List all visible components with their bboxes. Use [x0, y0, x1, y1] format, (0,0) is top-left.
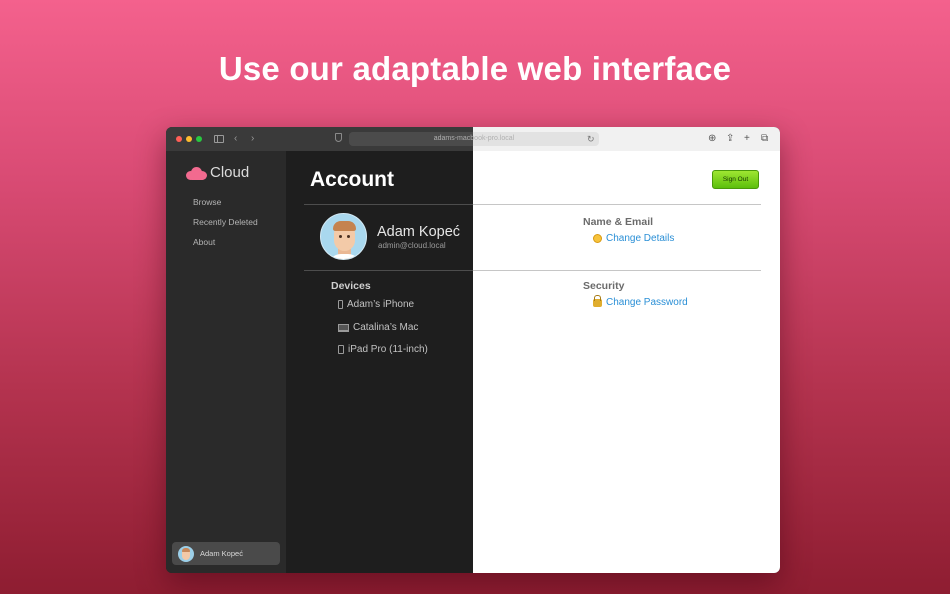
device-item[interactable]: Adam’s iPhone	[338, 299, 414, 310]
security-heading: Security	[583, 280, 625, 292]
change-details-link[interactable]: Change Details	[593, 233, 674, 244]
ipad-icon	[338, 345, 344, 354]
sidebar-nav: Browse Recently Deleted About	[193, 197, 258, 257]
sidebar-toggle-icon[interactable]	[214, 135, 224, 143]
sidebar: Cloud Browse Recently Deleted About Adam…	[166, 151, 286, 573]
user-account-chip[interactable]: Adam Kopeć	[172, 542, 280, 565]
minimize-window-button[interactable]	[186, 136, 192, 142]
address-bar[interactable]: adams-macbook-pro.local	[349, 132, 599, 146]
user-chip-name: Adam Kopeć	[200, 549, 243, 558]
back-icon[interactable]: ‹	[234, 132, 237, 146]
sidebar-item-recently-deleted[interactable]: Recently Deleted	[193, 217, 258, 237]
zoom-window-button[interactable]	[196, 136, 202, 142]
headline: Use our adaptable web interface	[218, 50, 732, 87]
browser-toolbar: ‹ › adams-macbook-pro.local ↻ ⊕ ⇪ + ⧉	[166, 127, 780, 151]
device-item[interactable]: iPad Pro (11-inch)	[338, 344, 428, 355]
cloud-logo-icon	[186, 166, 208, 180]
sign-out-button[interactable]: Sign Out	[712, 170, 759, 189]
app-logo-text: Cloud	[210, 164, 250, 181]
device-label: Adam’s iPhone	[347, 299, 415, 310]
device-label: iPad Pro (11-inch)	[348, 344, 428, 355]
avatar	[178, 545, 194, 562]
page-title: Account	[310, 168, 394, 191]
new-tab-icon[interactable]: +	[744, 132, 750, 146]
app-logo[interactable]: Cloud	[186, 164, 249, 181]
address-bar-url: adams-macbook-pro.local	[433, 135, 515, 142]
profile-name: Adam Kopeć	[377, 224, 461, 240]
change-details-label: Change Details	[606, 233, 675, 244]
privacy-shield-icon[interactable]	[335, 133, 342, 142]
profile-avatar	[320, 213, 367, 260]
tab-overview-icon[interactable]: ⧉	[761, 132, 768, 146]
main-panel-light-half	[473, 151, 780, 573]
change-password-link[interactable]: Change Password	[593, 294, 688, 308]
downloads-icon[interactable]: ⊕	[708, 132, 716, 146]
close-window-button[interactable]	[176, 136, 182, 142]
device-label: Catalina’s Mac	[353, 322, 419, 333]
main-panel-dark-half	[286, 151, 473, 573]
devices-heading: Devices	[331, 280, 371, 292]
smiley-icon	[593, 234, 602, 243]
browser-window: ‹ › adams-macbook-pro.local ↻ ⊕ ⇪ + ⧉ Cl…	[166, 127, 780, 573]
divider	[304, 204, 473, 205]
lock-icon	[593, 294, 602, 307]
sidebar-item-about[interactable]: About	[193, 237, 258, 257]
forward-icon[interactable]: ›	[251, 132, 254, 146]
share-icon[interactable]: ⇪	[726, 132, 734, 146]
phone-icon	[338, 300, 343, 309]
name-email-heading: Name & Email	[583, 216, 654, 228]
reload-icon[interactable]: ↻	[587, 132, 595, 146]
sidebar-item-browse[interactable]: Browse	[193, 197, 258, 217]
divider	[304, 270, 473, 271]
profile-email: admin@cloud.local	[378, 241, 446, 250]
divider	[473, 270, 761, 271]
divider	[473, 204, 761, 205]
change-password-label: Change Password	[606, 297, 688, 308]
device-item[interactable]: Catalina’s Mac	[338, 322, 418, 333]
mac-icon	[338, 323, 349, 332]
